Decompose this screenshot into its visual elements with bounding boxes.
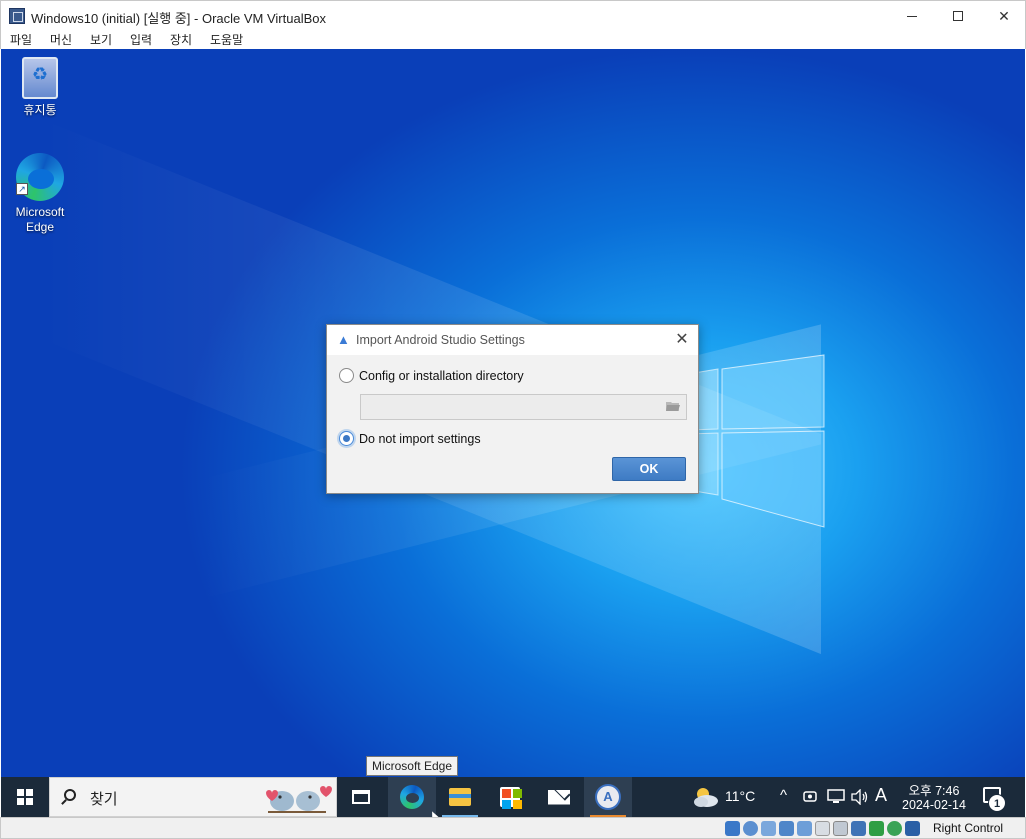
show-hidden-icons-chevron-icon[interactable]: ^ [780,787,787,804]
menu-help[interactable]: 도움말 [210,31,243,48]
optical-drive-icon[interactable] [743,821,758,836]
hard-disk-icon[interactable] [725,821,740,836]
taskbar: 찾기 A 11°C ^ A 오후 7:46 2024-02-14 1 [1,777,1025,817]
android-studio-icon: A [595,784,621,810]
vbox-menubar: 파일 머신 보기 입력 장치 도움말 [0,30,1026,49]
folder-browse-icon[interactable] [666,400,680,412]
option-label: Do not import settings [359,431,481,446]
search-icon [64,789,76,801]
close-icon: ✕ [998,7,1010,24]
minimize-button[interactable] [889,1,935,31]
dialog-titlebar: ▲ Import Android Studio Settings ✕ [327,325,698,355]
network-adapter-icon[interactable] [779,821,794,836]
option-label: Config or installation directory [359,368,524,383]
recycle-bin-icon [22,57,58,99]
network-icon[interactable] [827,789,845,805]
mouse-integration-icon[interactable] [905,821,920,836]
edge-tooltip: Microsoft Edge [366,756,458,776]
dialog-title: Import Android Studio Settings [356,333,525,347]
display-icon[interactable] [833,821,848,836]
config-directory-field[interactable] [360,394,687,420]
search-highlight-birds-icon [266,786,332,813]
notification-count-badge: 1 [988,794,1006,812]
usb-icon[interactable] [797,821,812,836]
weather-temperature[interactable]: 11°C [725,788,755,804]
radio-config-directory[interactable] [339,368,354,383]
globe-icon[interactable] [887,821,902,836]
store-icon [500,787,522,809]
taskbar-edge-button[interactable] [388,777,436,817]
radio-do-not-import[interactable] [339,431,354,446]
menu-input[interactable]: 입력 [130,31,152,48]
menu-devices[interactable]: 장치 [170,31,192,48]
meet-now-icon[interactable] [803,789,817,805]
taskbar-mail-button[interactable] [535,777,583,817]
audio-icon[interactable] [761,821,776,836]
menu-file[interactable]: 파일 [10,31,32,48]
task-view-icon [352,790,370,804]
desktop-icon-label: Microsoft Edge [15,205,65,234]
vbox-statusbar: Right Control [0,817,1026,839]
close-icon: ✕ [675,331,689,348]
desktop-icon-recycle-bin[interactable]: 휴지통 [1,57,79,118]
shared-folders-icon[interactable] [815,821,830,836]
close-button[interactable]: ✕ [981,1,1026,31]
task-view-button[interactable] [337,777,385,817]
menu-view[interactable]: 보기 [90,31,112,48]
taskbar-android-studio-button[interactable]: A [584,777,632,817]
import-settings-dialog: ▲ Import Android Studio Settings ✕ Confi… [326,324,699,494]
clock-time[interactable]: 오후 7:46 [906,780,962,799]
desktop-icon-edge[interactable]: Microsoft Edge [1,153,79,235]
virtualbox-app-icon [9,8,25,24]
maximize-button[interactable] [935,1,981,31]
vbox-titlebar: Windows10 (initial) [실행 중] - Oracle VM V… [0,0,1026,30]
edge-icon [400,785,424,809]
desktop-icon-label: 휴지통 [23,103,57,117]
search-placeholder: 찾기 [90,791,118,808]
maximize-icon [953,11,963,21]
option-config-directory[interactable]: Config or installation directory [339,368,524,383]
volume-icon[interactable] [851,789,869,805]
file-explorer-icon [449,788,471,806]
video-capture-icon[interactable] [851,821,866,836]
ok-button[interactable]: OK [612,457,686,481]
taskbar-search-box[interactable]: 찾기 [49,777,337,817]
dialog-close-button[interactable]: ✕ [671,330,693,350]
option-do-not-import[interactable]: Do not import settings [339,431,481,446]
host-key-label: Right Control [933,821,1004,835]
input-language-indicator[interactable]: A [875,785,887,806]
shortcut-arrow-icon: ↗ [16,183,28,195]
windows-start-icon [17,789,33,805]
minimize-icon [907,15,917,17]
window-title: Windows10 (initial) [실행 중] - Oracle VM V… [31,11,326,26]
weather-cloudy-icon[interactable] [691,785,719,809]
taskbar-file-explorer-button[interactable] [436,777,484,817]
android-studio-icon: ▲ [337,332,350,347]
menu-machine[interactable]: 머신 [50,31,72,48]
virtualization-engine-icon[interactable] [869,821,884,836]
clock-date[interactable]: 2024-02-14 [898,798,970,812]
mail-icon [548,789,570,805]
start-button[interactable] [1,777,49,817]
taskbar-store-button[interactable] [486,777,534,817]
